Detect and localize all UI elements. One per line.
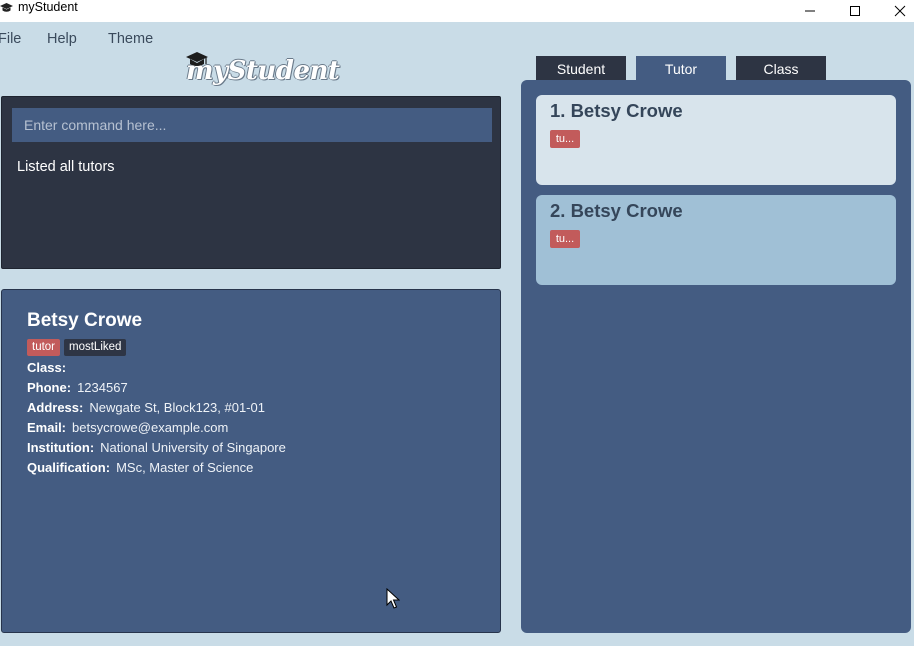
field-address: Address: Newgate St, Block123, #01-01 bbox=[27, 400, 265, 415]
tab-tutor[interactable]: Tutor bbox=[636, 56, 726, 81]
list-item-title: 1. Betsy Crowe bbox=[550, 100, 683, 121]
field-email-label: Email: bbox=[27, 420, 67, 435]
menu-theme[interactable]: Theme bbox=[108, 31, 153, 47]
close-icon bbox=[894, 5, 905, 17]
result-display: Listed all tutors bbox=[17, 159, 115, 175]
logo-text: myStudent bbox=[186, 56, 340, 86]
app-logo: myStudent bbox=[184, 50, 340, 96]
field-class: Class: bbox=[27, 360, 72, 375]
field-address-label: Address: bbox=[27, 400, 84, 415]
field-class-label: Class: bbox=[27, 360, 67, 375]
tab-class[interactable]: Class bbox=[736, 56, 826, 81]
list-item-title: 2. Betsy Crowe bbox=[550, 200, 683, 221]
field-email: Email: betsycrowe@example.com bbox=[27, 420, 228, 435]
detail-panel: Betsy Crowe tutor mostLiked Class: Phone… bbox=[1, 289, 501, 633]
detail-tags: tutor mostLiked bbox=[27, 339, 127, 356]
field-qualification-value: MSc, Master of Science bbox=[116, 460, 254, 475]
command-input[interactable] bbox=[12, 108, 492, 142]
tab-student[interactable]: Student bbox=[536, 56, 626, 81]
field-qualification: Qualification: MSc, Master of Science bbox=[27, 460, 253, 475]
command-panel: Listed all tutors bbox=[1, 96, 501, 269]
minimize-icon bbox=[804, 10, 815, 12]
tag-tutor: tutor bbox=[27, 339, 61, 356]
field-phone-value: 1234567 bbox=[77, 380, 128, 395]
field-institution: Institution: National University of Singa… bbox=[27, 440, 286, 455]
list-item[interactable]: 2. Betsy Crowe tu... bbox=[536, 195, 896, 285]
field-address-value: Newgate St, Block123, #01-01 bbox=[89, 400, 265, 415]
menu-bar: File Help Theme bbox=[0, 22, 914, 56]
field-phone-label: Phone: bbox=[27, 380, 72, 395]
detail-name: Betsy Crowe bbox=[27, 310, 143, 331]
graduation-cap-icon bbox=[186, 52, 208, 66]
field-qualification-label: Qualification: bbox=[27, 460, 111, 475]
menu-file[interactable]: File bbox=[0, 31, 21, 47]
list-item[interactable]: 1. Betsy Crowe tu... bbox=[536, 95, 896, 185]
list-item-tag: tu... bbox=[550, 230, 580, 248]
maximize-button[interactable] bbox=[832, 0, 877, 22]
field-institution-label: Institution: bbox=[27, 440, 95, 455]
menu-help[interactable]: Help bbox=[47, 31, 77, 47]
title-bar: myStudent bbox=[0, 0, 914, 22]
list-item-tag: tu... bbox=[550, 130, 580, 148]
close-button[interactable] bbox=[877, 0, 914, 22]
tag-mostliked: mostLiked bbox=[64, 339, 127, 356]
mouse-cursor-icon bbox=[386, 588, 400, 609]
graduation-cap-icon bbox=[0, 2, 16, 18]
minimize-button[interactable] bbox=[787, 0, 832, 22]
maximize-icon bbox=[849, 6, 860, 16]
field-phone: Phone: 1234567 bbox=[27, 380, 128, 395]
field-email-value: betsycrowe@example.com bbox=[72, 420, 229, 435]
field-institution-value: National University of Singapore bbox=[100, 440, 286, 455]
window-title: myStudent bbox=[18, 0, 78, 14]
tutor-list-panel: 1. Betsy Crowe tu... 2. Betsy Crowe tu..… bbox=[521, 80, 911, 633]
